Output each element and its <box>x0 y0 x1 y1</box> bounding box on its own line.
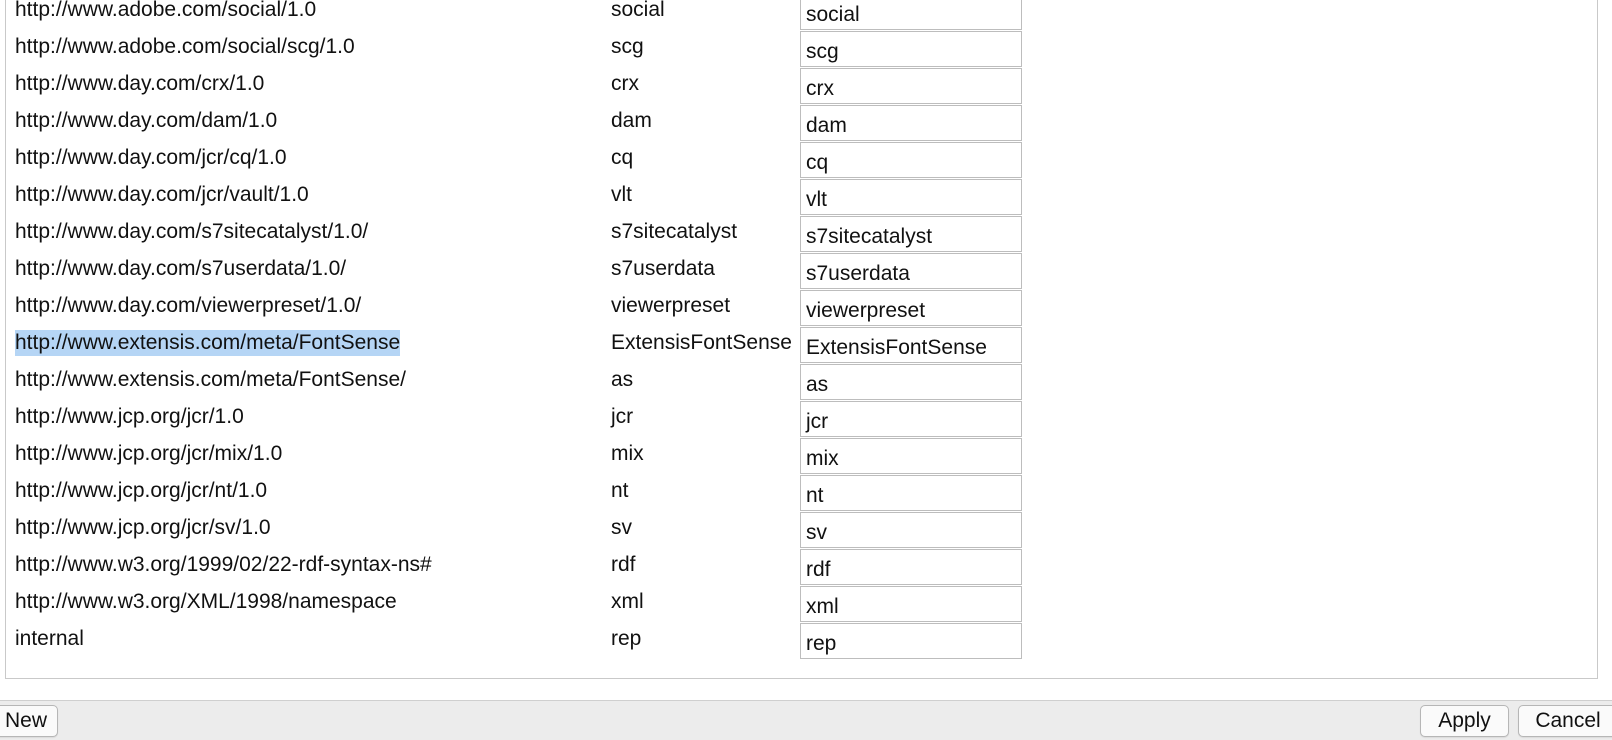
namespace-table: http://www.adobe.com/social/1.0 social soc… <box>5 0 1598 679</box>
namespace-uri[interactable]: internal <box>15 626 84 652</box>
prefix-input[interactable]: rdf <box>800 549 1022 585</box>
namespace-row[interactable]: http://www.day.com/jcr/cq/1.0 cq cq <box>6 142 1597 183</box>
namespace-row[interactable]: http://www.adobe.com/social/1.0 social soc… <box>6 0 1597 35</box>
prefix-input[interactable]: as <box>800 364 1022 400</box>
prefix-input[interactable]: xml <box>800 586 1022 622</box>
namespace-row[interactable]: http://www.day.com/s7sitecatalyst/1.0/s7… <box>6 216 1597 257</box>
prefix-input[interactable]: s7userdata <box>800 253 1022 289</box>
namespace-uri[interactable]: http://www.w3.org/XML/1998/namespace <box>15 589 397 615</box>
prefix-input[interactable]: cq <box>800 142 1022 178</box>
namespace-uri[interactable]: http://www.extensis.com/meta/FontSense/ <box>15 367 406 393</box>
new-button[interactable]: New <box>0 705 58 737</box>
prefix-input[interactable]: social <box>800 0 1022 30</box>
namespace-prefix: viewerpreset <box>611 294 731 317</box>
namespace-uri[interactable]: http://www.jcp.org/jcr/sv/1.0 <box>15 515 271 541</box>
cancel-button[interactable]: Cancel <box>1518 705 1612 737</box>
prefix-input[interactable]: vlt <box>800 179 1022 215</box>
namespace-uri[interactable]: http://www.adobe.com/social/scg/1.0 <box>15 34 355 60</box>
namespace-prefix: scg <box>611 35 644 58</box>
namespace-row[interactable]: http://www.day.com/crx/1.0 crx crx <box>6 68 1597 109</box>
namespace-row[interactable]: http://www.jcp.org/jcr/nt/1.0 nt nt <box>6 475 1597 516</box>
namespace-uri[interactable]: http://www.extensis.com/meta/FontSense <box>15 330 401 356</box>
namespace-row[interactable]: http://www.w3.org/XML/1998/namespace xml x… <box>6 586 1597 627</box>
namespace-prefix: s7sitecatalyst <box>611 220 738 243</box>
namespace-row[interactable]: http://www.jcp.org/jcr/1.0 jcr jcr <box>6 401 1597 442</box>
apply-button[interactable]: Apply <box>1420 705 1509 737</box>
namespace-prefix: rdf <box>611 553 636 576</box>
namespace-uri[interactable]: http://www.day.com/jcr/vault/1.0 <box>15 182 309 208</box>
namespace-prefix: s7userdata <box>611 257 715 280</box>
namespace-row[interactable]: http://www.jcp.org/jcr/mix/1.0 mix mix <box>6 438 1597 479</box>
namespace-uri[interactable]: http://www.day.com/jcr/cq/1.0 <box>15 145 287 171</box>
namespace-prefix: cq <box>611 146 634 169</box>
namespace-prefix: xml <box>611 590 644 613</box>
namespace-uri[interactable]: http://www.day.com/viewerpreset/1.0/ <box>15 293 361 319</box>
namespace-uri[interactable]: http://www.jcp.org/jcr/nt/1.0 <box>15 478 267 504</box>
namespace-row[interactable]: http://www.w3.org/1999/02/22-rdf-syntax-… <box>6 549 1597 590</box>
namespace-uri[interactable]: http://www.day.com/s7userdata/1.0/ <box>15 256 346 282</box>
prefix-input[interactable]: s7sitecatalyst <box>800 216 1022 252</box>
namespace-row[interactable]: http://www.extensis.com/meta/FontSense/a… <box>6 364 1597 405</box>
namespace-row[interactable]: http://www.adobe.com/social/scg/1.0 scg sc… <box>6 31 1597 72</box>
namespace-uri[interactable]: http://www.day.com/dam/1.0 <box>15 108 277 134</box>
prefix-input[interactable]: nt <box>800 475 1022 511</box>
namespace-prefix: as <box>611 368 634 391</box>
prefix-input[interactable]: rep <box>800 623 1022 659</box>
prefix-input[interactable]: crx <box>800 68 1022 104</box>
namespace-uri[interactable]: http://www.jcp.org/jcr/mix/1.0 <box>15 441 282 467</box>
prefix-input[interactable]: viewerpreset <box>800 290 1022 326</box>
namespace-prefix: mix <box>611 442 644 465</box>
namespace-row[interactable]: http://www.extensis.com/meta/FontSense Ex… <box>6 327 1597 368</box>
namespace-uri[interactable]: http://www.adobe.com/social/1.0 <box>15 0 316 23</box>
namespace-row[interactable]: http://www.day.com/viewerpreset/1.0/view… <box>6 290 1597 331</box>
namespace-row[interactable]: http://www.day.com/dam/1.0 dam dam <box>6 105 1597 146</box>
namespace-row[interactable]: internal rep rep <box>6 623 1597 664</box>
namespace-prefix: ExtensisFontSense <box>611 331 792 354</box>
dialog-footer: New Apply Cancel <box>0 700 1612 740</box>
namespace-uri[interactable]: http://www.w3.org/1999/02/22-rdf-syntax-… <box>15 552 432 578</box>
namespace-row[interactable]: http://www.jcp.org/jcr/sv/1.0 sv sv <box>6 512 1597 553</box>
prefix-input[interactable]: ExtensisFontSense <box>800 327 1022 363</box>
namespace-uri[interactable]: http://www.day.com/s7sitecatalyst/1.0/ <box>15 219 368 245</box>
namespace-prefix: crx <box>611 72 639 95</box>
namespace-row[interactable]: http://www.day.com/s7userdata/1.0/s7user… <box>6 253 1597 294</box>
prefix-input[interactable]: sv <box>800 512 1022 548</box>
prefix-input[interactable]: jcr <box>800 401 1022 437</box>
namespace-prefix: nt <box>611 479 629 502</box>
namespace-uri[interactable]: http://www.day.com/crx/1.0 <box>15 71 264 97</box>
namespace-prefix: sv <box>611 516 632 539</box>
namespace-prefix: social <box>611 0 665 21</box>
prefix-input[interactable]: scg <box>800 31 1022 67</box>
prefix-input[interactable]: mix <box>800 438 1022 474</box>
namespace-prefix: vlt <box>611 183 632 206</box>
prefix-input[interactable]: dam <box>800 105 1022 141</box>
namespace-uri[interactable]: http://www.jcp.org/jcr/1.0 <box>15 404 244 430</box>
namespace-prefix: jcr <box>611 405 634 428</box>
namespace-prefix: rep <box>611 627 642 650</box>
namespace-row[interactable]: http://www.day.com/jcr/vault/1.0 vlt vlt <box>6 179 1597 220</box>
namespace-prefix: dam <box>611 109 652 132</box>
